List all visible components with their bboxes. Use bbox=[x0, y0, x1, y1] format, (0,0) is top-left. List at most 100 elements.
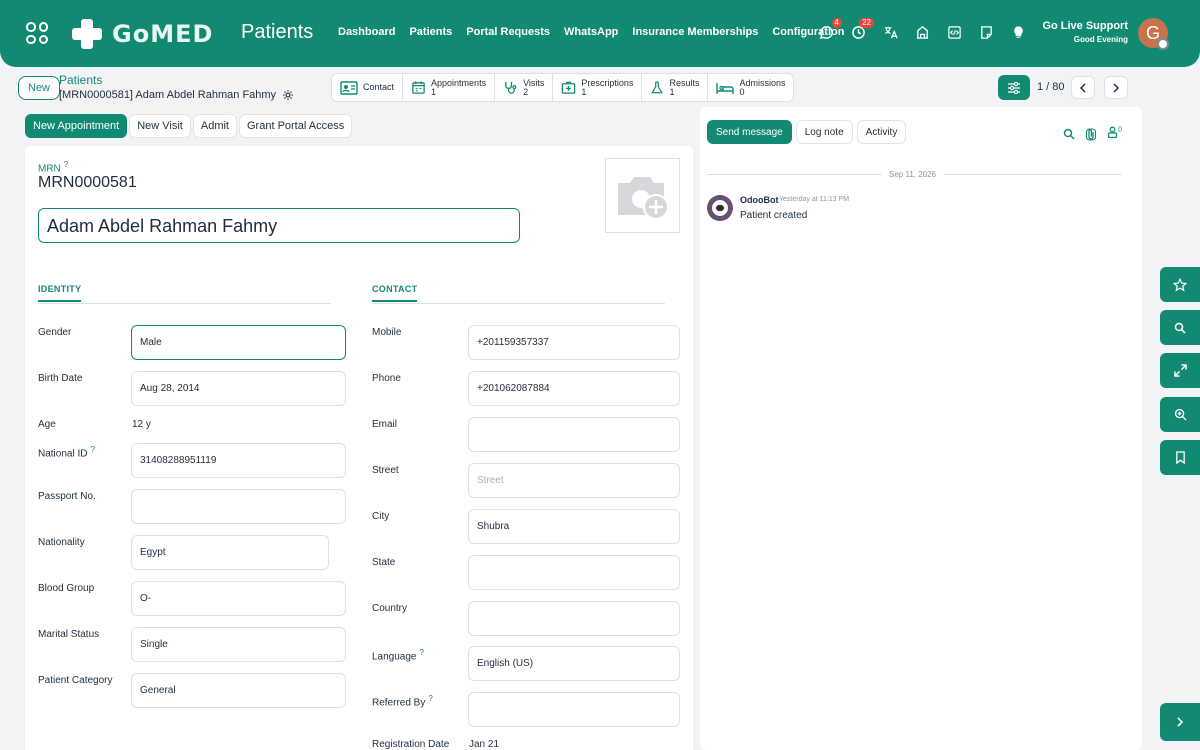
admit-button[interactable]: Admit bbox=[192, 114, 237, 138]
translate-icon[interactable] bbox=[882, 24, 898, 40]
mrn-label-text: MRN bbox=[38, 163, 61, 175]
smart-button-contact[interactable]: Contact bbox=[332, 74, 404, 101]
smart-admissions-count: 0 bbox=[739, 86, 745, 97]
user-avatar[interactable]: G bbox=[1138, 18, 1169, 50]
language-label: Language? bbox=[372, 648, 424, 662]
pager-next-button[interactable] bbox=[1104, 76, 1128, 99]
star-icon bbox=[1173, 277, 1187, 291]
smart-prescriptions-count: 1 bbox=[581, 86, 587, 97]
dock-toggle-button[interactable] bbox=[1160, 703, 1200, 741]
gender-label: Gender bbox=[38, 327, 72, 338]
blood-group-select[interactable]: O- bbox=[131, 581, 346, 616]
messages-icon[interactable]: 4 bbox=[818, 18, 842, 40]
grant-portal-access-button[interactable]: Grant Portal Access bbox=[239, 114, 353, 138]
medical-kit-icon bbox=[562, 81, 576, 94]
language-select[interactable]: English (US) bbox=[468, 646, 680, 681]
menu-portal-requests[interactable]: Portal Requests bbox=[466, 26, 550, 38]
passport-input[interactable] bbox=[131, 489, 346, 524]
paperclip-icon[interactable] bbox=[1085, 127, 1097, 141]
chatter-panel: Send message Log note Activity 0 Sep 11,… bbox=[700, 107, 1142, 750]
dock-expand-button[interactable] bbox=[1160, 353, 1200, 388]
activity-button[interactable]: Activity bbox=[856, 120, 907, 144]
building-icon[interactable] bbox=[914, 24, 930, 40]
patient-category-select[interactable]: General bbox=[131, 673, 346, 708]
mrn-value: MRN0000581 bbox=[38, 174, 137, 191]
date-separator: Sep 11, 2026 bbox=[707, 170, 1122, 180]
notes-icon[interactable] bbox=[978, 24, 994, 40]
bookmark-icon bbox=[1175, 451, 1185, 464]
referred-by-help-icon[interactable]: ? bbox=[428, 694, 432, 703]
view-options-button[interactable] bbox=[998, 75, 1030, 100]
medical-cross-icon bbox=[70, 17, 104, 51]
city-input[interactable]: Shubra bbox=[468, 509, 680, 544]
birth-date-input[interactable]: Aug 28, 2014 bbox=[131, 371, 346, 406]
referred-by-select[interactable] bbox=[468, 692, 680, 727]
menu-insurance-memberships[interactable]: Insurance Memberships bbox=[632, 26, 758, 38]
street-input[interactable]: Street bbox=[468, 463, 680, 498]
email-label: Email bbox=[372, 419, 398, 430]
identity-divider bbox=[38, 303, 331, 304]
state-select[interactable] bbox=[468, 555, 680, 590]
message-body: Patient created bbox=[740, 210, 808, 221]
phone-label: Phone bbox=[372, 373, 401, 384]
bed-icon bbox=[716, 82, 735, 94]
new-visit-button[interactable]: New Visit bbox=[129, 114, 191, 138]
registration-date-label: Registration Date bbox=[372, 739, 450, 750]
country-select[interactable] bbox=[468, 601, 680, 636]
pager-value[interactable]: 1 / 80 bbox=[1037, 81, 1065, 93]
smart-buttons: Contact Appointments 1 Visits 2 Prescripti… bbox=[331, 73, 795, 102]
odoobot-avatar[interactable] bbox=[707, 195, 733, 221]
patient-name-input[interactable]: Adam Abdel Rahman Fahmy bbox=[38, 208, 520, 243]
new-appointment-button[interactable]: New Appointment bbox=[25, 114, 128, 138]
robot-face-icon bbox=[712, 200, 728, 216]
dock-favorites-button[interactable] bbox=[1160, 267, 1200, 302]
email-input[interactable] bbox=[468, 417, 680, 452]
national-id-help-icon[interactable]: ? bbox=[90, 445, 94, 454]
brand-logo[interactable]: GoMED bbox=[70, 17, 213, 51]
code-editor-icon[interactable] bbox=[946, 24, 962, 40]
message-author[interactable]: OdooBot bbox=[740, 195, 779, 205]
national-id-input[interactable]: 31408288951119 bbox=[131, 443, 346, 478]
activities-clock-icon[interactable]: 22 bbox=[850, 18, 874, 40]
top-navbar: GoMED Patients Dashboard Patients Portal… bbox=[0, 0, 1200, 67]
new-record-button[interactable]: New bbox=[18, 76, 61, 100]
smart-button-visits[interactable]: Visits 2 bbox=[495, 74, 554, 101]
chevron-left-icon bbox=[1079, 82, 1086, 93]
dock-search-button[interactable] bbox=[1160, 310, 1200, 345]
lightbulb-icon[interactable] bbox=[1010, 24, 1026, 40]
patient-form-sheet: MRN? MRN0000581 Adam Abdel Rahman Fahmy … bbox=[25, 146, 693, 750]
language-label-text: Language bbox=[372, 651, 417, 663]
apps-menu-icon[interactable] bbox=[26, 22, 48, 44]
mrn-help-icon[interactable]: ? bbox=[64, 160, 68, 169]
marital-status-select[interactable]: Single bbox=[131, 627, 346, 662]
patient-photo-upload[interactable] bbox=[605, 158, 680, 233]
menu-whatsapp[interactable]: WhatsApp bbox=[564, 26, 618, 38]
smart-button-prescriptions[interactable]: Prescriptions 1 bbox=[553, 74, 643, 101]
dock-zoom-button[interactable] bbox=[1160, 397, 1200, 432]
pager-previous-button[interactable] bbox=[1071, 76, 1095, 99]
referred-by-label-text: Referred By bbox=[372, 697, 426, 709]
smart-visits-count: 2 bbox=[523, 86, 529, 97]
smart-button-results[interactable]: Results 1 bbox=[642, 74, 709, 101]
gender-select[interactable]: Male bbox=[131, 325, 346, 360]
company-switcher[interactable]: Go Live Support Good Evening bbox=[1042, 20, 1128, 44]
dock-bookmark-button[interactable] bbox=[1160, 440, 1200, 475]
followers-button[interactable]: 0 bbox=[1107, 125, 1122, 143]
menu-dashboard[interactable]: Dashboard bbox=[338, 26, 395, 38]
gear-icon[interactable] bbox=[282, 89, 294, 101]
registration-date-value: Jan 21 bbox=[469, 739, 500, 750]
mobile-input[interactable]: +201159357337 bbox=[468, 325, 680, 360]
smart-button-appointments[interactable]: Appointments 1 bbox=[403, 74, 496, 101]
breadcrumb-patients-link[interactable]: Patients bbox=[59, 73, 102, 87]
send-message-button[interactable]: Send message bbox=[707, 120, 792, 144]
menu-patients[interactable]: Patients bbox=[409, 26, 452, 38]
smart-admissions-label: Admissions bbox=[739, 77, 786, 88]
search-icon[interactable] bbox=[1063, 128, 1075, 140]
log-note-button[interactable]: Log note bbox=[795, 120, 853, 144]
stethoscope-icon bbox=[505, 81, 517, 94]
language-help-icon[interactable]: ? bbox=[420, 648, 424, 657]
phone-input[interactable]: +201062087884 bbox=[468, 371, 680, 406]
smart-button-admissions[interactable]: Admissions 0 bbox=[708, 74, 793, 101]
nationality-select[interactable]: Egypt bbox=[131, 535, 329, 570]
smart-appointments-label: Appointments bbox=[431, 77, 487, 88]
